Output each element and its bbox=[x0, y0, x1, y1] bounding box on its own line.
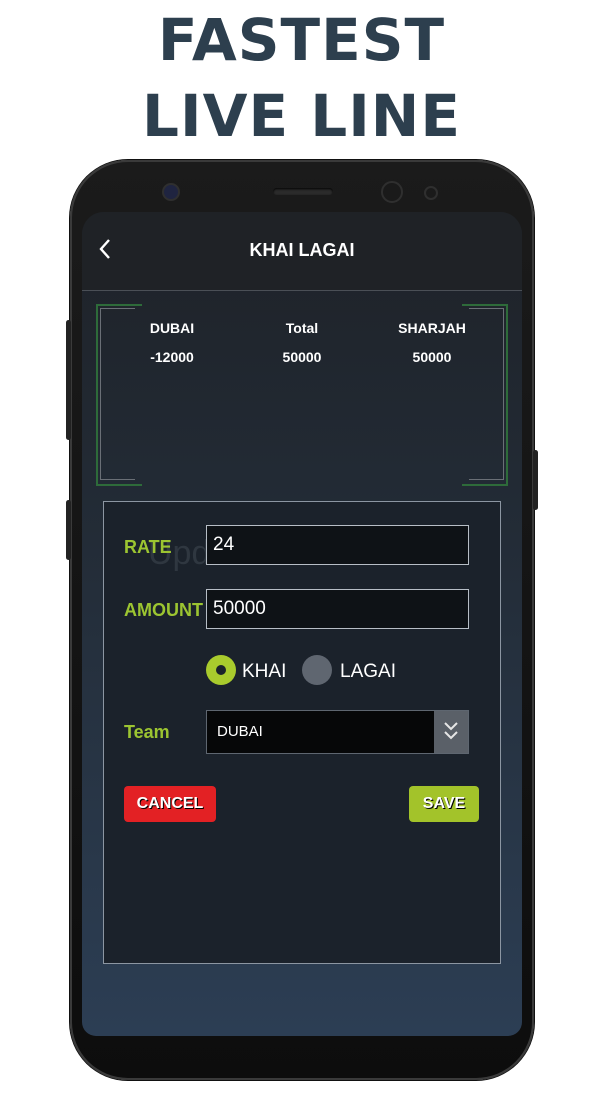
phone-speaker bbox=[273, 188, 333, 195]
amount-label: AMOUNT bbox=[124, 600, 203, 620]
summary-label: DUBAI bbox=[149, 320, 195, 336]
chevron-double-down-icon[interactable] bbox=[434, 711, 468, 753]
team-select-value: DUBAI bbox=[217, 723, 263, 740]
summary-col-sharjah: SHARJAH 50000 bbox=[372, 320, 492, 365]
amount-input[interactable]: 50000 bbox=[206, 589, 469, 629]
app-screen: KHAI LAGAI DUBAI -12000 Total 50000 SHAR… bbox=[82, 212, 522, 1036]
promo-line-2: LIVE LINE bbox=[142, 82, 461, 150]
page-title: KHAI LAGAI bbox=[249, 240, 355, 260]
promo-line-1: FASTEST bbox=[157, 6, 446, 74]
team-select[interactable]: DUBAI bbox=[206, 710, 469, 754]
khai-radio[interactable] bbox=[206, 655, 236, 685]
summary-value: -12000 bbox=[150, 349, 194, 365]
score-summary-card: DUBAI -12000 Total 50000 SHARJAH 50000 bbox=[96, 304, 508, 486]
camera-lens-icon bbox=[381, 181, 403, 203]
summary-label: Total bbox=[285, 320, 319, 336]
summary-col-dubai: DUBAI -12000 bbox=[112, 320, 232, 365]
phone-side-button-left bbox=[66, 320, 71, 440]
sensor-icon bbox=[424, 186, 438, 200]
summary-label: SHARJAH bbox=[398, 320, 466, 336]
khai-label[interactable]: KHAI bbox=[242, 661, 286, 683]
summary-col-total: Total 50000 bbox=[242, 320, 362, 365]
summary-value: 50000 bbox=[282, 349, 322, 365]
rate-label: RATE bbox=[124, 537, 172, 557]
rate-input[interactable]: 24 bbox=[206, 525, 469, 565]
save-button[interactable]: SAVE bbox=[409, 786, 479, 822]
page: FASTEST LIVE LINE KHAI LAGAI DUBAI -1200… bbox=[0, 0, 603, 1099]
phone-side-button-right bbox=[533, 450, 538, 510]
bet-form-card: UpdateStar.com RATE 24 AMOUNT 50000 KHAI… bbox=[103, 501, 501, 964]
double-chevron-icon bbox=[444, 722, 458, 740]
cancel-button[interactable]: CANCEL bbox=[124, 786, 216, 822]
front-camera-icon bbox=[162, 183, 180, 201]
summary-value: 50000 bbox=[412, 349, 452, 365]
top-bar: KHAI LAGAI bbox=[82, 212, 522, 291]
lagai-label[interactable]: LAGAI bbox=[340, 661, 396, 683]
phone-side-button-left-2 bbox=[66, 500, 71, 560]
team-label: Team bbox=[124, 722, 170, 742]
lagai-radio[interactable] bbox=[302, 655, 332, 685]
